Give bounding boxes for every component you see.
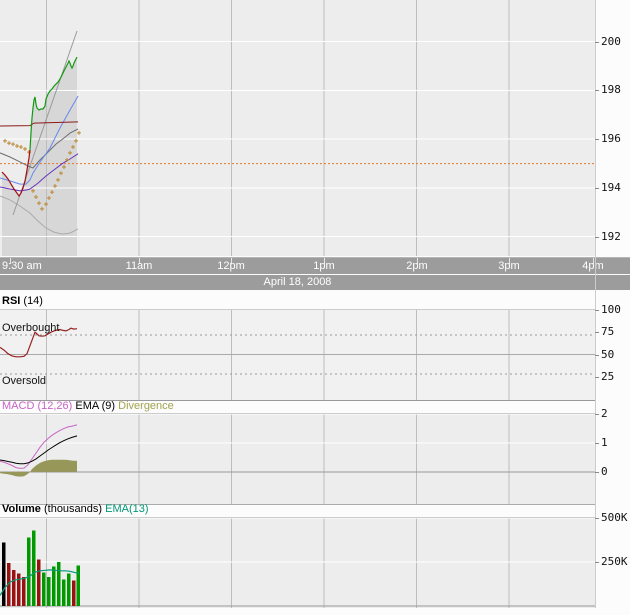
y-axis-label: 0 bbox=[601, 466, 630, 478]
y-axis-tick bbox=[595, 472, 599, 473]
overbought-label: Overbought bbox=[2, 322, 59, 334]
time-axis-bar: 9:30 am 11am 12pm 1pm 2pm 3pm 4pm bbox=[0, 257, 630, 274]
y-axis-tick bbox=[595, 377, 599, 378]
macd-title-part: MACD (12,26) bbox=[2, 400, 72, 412]
y-axis-tick bbox=[595, 188, 599, 189]
time-axis-label: 2pm bbox=[387, 260, 447, 272]
time-axis-label: 11am bbox=[109, 260, 169, 272]
y-axis-tick bbox=[595, 414, 599, 415]
y-axis-tick bbox=[595, 139, 599, 140]
rsi-title: RSI (14) bbox=[2, 295, 43, 307]
rsi-chart bbox=[0, 309, 595, 401]
macd-title: MACD (12,26) EMA (9) Divergence bbox=[2, 400, 174, 412]
y-axis-label: 25 bbox=[601, 371, 630, 383]
y-axis-label: 1 bbox=[601, 437, 630, 449]
y-axis-tick bbox=[595, 237, 599, 238]
time-axis-label: 1pm bbox=[294, 260, 354, 272]
volume-title-part: EMA(13) bbox=[102, 503, 148, 515]
y-axis-label: 250K bbox=[601, 556, 630, 568]
rsi-title-part: (14) bbox=[20, 295, 43, 307]
y-axis-label: 75 bbox=[601, 326, 630, 338]
y-axis-tick bbox=[595, 310, 599, 311]
y-axis-label: 198 bbox=[601, 84, 630, 96]
volume-title: Volume (thousands) EMA(13) bbox=[2, 503, 149, 515]
date-bar: April 18, 2008 bbox=[0, 275, 630, 290]
y-axis-tick bbox=[595, 90, 599, 91]
time-axis-label: 3pm bbox=[479, 260, 539, 272]
y-axis-label: 196 bbox=[601, 133, 630, 145]
y-axis-label: 100 bbox=[601, 304, 630, 316]
price-area-fill bbox=[2, 57, 77, 256]
time-axis-label: 4pm bbox=[563, 260, 623, 272]
rsi-panel bbox=[0, 309, 595, 401]
volume-title-part: Volume bbox=[2, 503, 41, 515]
y-axis-label: 500K bbox=[601, 512, 630, 524]
y-axis-tick bbox=[595, 355, 599, 356]
right-axis-line bbox=[595, 0, 596, 608]
y-axis-label: 50 bbox=[601, 349, 630, 361]
time-axis-label: 12pm bbox=[201, 260, 261, 272]
y-axis-label: 192 bbox=[601, 231, 630, 243]
macd-chart bbox=[0, 413, 595, 505]
macd-title-part: Divergence bbox=[115, 400, 174, 412]
y-axis-label: 194 bbox=[601, 182, 630, 194]
y-axis-label: 2 bbox=[601, 408, 630, 420]
price-panel bbox=[0, 0, 595, 256]
date-label: April 18, 2008 bbox=[0, 276, 595, 288]
y-axis-tick bbox=[595, 332, 599, 333]
rsi-title-part: RSI bbox=[2, 295, 20, 307]
y-axis-tick bbox=[595, 42, 599, 43]
y-axis-tick bbox=[595, 518, 599, 519]
y-axis-tick bbox=[595, 443, 599, 444]
y-axis-label: 200 bbox=[601, 36, 630, 48]
y-axis-tick bbox=[595, 562, 599, 563]
volume-chart bbox=[0, 517, 595, 608]
macd-title-part: EMA (9) bbox=[72, 400, 115, 412]
oversold-label: Oversold bbox=[2, 375, 46, 387]
intraday-stock-chart: 9:30 am 11am 12pm 1pm 2pm 3pm 4pm April 18, 20… bbox=[0, 0, 630, 615]
volume-bars bbox=[2, 530, 80, 606]
time-axis-label: 9:30 am bbox=[2, 260, 42, 272]
volume-title-part: (thousands) bbox=[41, 503, 102, 515]
volume-panel bbox=[0, 517, 595, 608]
price-chart bbox=[0, 0, 595, 256]
macd-panel bbox=[0, 413, 595, 505]
